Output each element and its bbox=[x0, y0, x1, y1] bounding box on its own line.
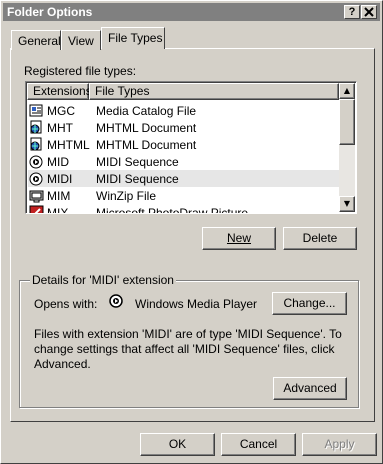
row-extension: MIM bbox=[47, 189, 71, 203]
advanced-button-label: Advanced bbox=[283, 381, 337, 395]
advanced-button[interactable]: Advanced bbox=[273, 377, 347, 400]
apply-button-label: Apply bbox=[324, 437, 355, 451]
tab-label: General bbox=[18, 34, 61, 48]
ok-button[interactable]: OK bbox=[140, 433, 215, 456]
row-extension: MIX bbox=[47, 206, 69, 214]
media-player-icon bbox=[29, 155, 43, 169]
change-button[interactable]: Change... bbox=[272, 292, 347, 315]
details-group-label: Details for 'MIDI' extension bbox=[30, 273, 176, 287]
media-player-icon bbox=[109, 294, 123, 308]
tab-general[interactable]: General bbox=[11, 30, 61, 50]
row-file-type: WinZip File bbox=[96, 189, 157, 203]
tab-label: File Types bbox=[108, 31, 163, 45]
details-description: Files with extension 'MIDI' are of type … bbox=[34, 327, 342, 371]
tab-label: View bbox=[68, 34, 94, 48]
list-item[interactable]: MIM WinZip File bbox=[28, 187, 339, 204]
row-extension: MGC bbox=[47, 104, 75, 118]
tab-view[interactable]: View bbox=[61, 30, 101, 50]
column-header-extensions[interactable]: Extensions bbox=[27, 83, 92, 100]
close-button[interactable] bbox=[361, 5, 377, 19]
winzip-icon bbox=[29, 190, 44, 203]
cancel-button[interactable]: Cancel bbox=[221, 433, 296, 456]
scroll-down-button[interactable]: ▼ bbox=[339, 196, 355, 212]
row-extension: MHT bbox=[47, 121, 73, 135]
mhtml-doc-icon bbox=[30, 120, 42, 134]
list-item[interactable]: MID MIDI Sequence bbox=[28, 153, 339, 170]
media-catalog-icon bbox=[29, 104, 43, 117]
folder-options-dialog: Folder Options ? General View File Types… bbox=[0, 0, 383, 464]
delete-button[interactable]: Delete bbox=[283, 227, 357, 250]
row-file-type: Microsoft PhotoDraw Picture bbox=[96, 206, 249, 214]
tab-file-types[interactable]: File Types bbox=[101, 27, 165, 49]
list-item[interactable]: MHTML MHTML Document bbox=[28, 136, 339, 153]
mhtml-doc-icon bbox=[30, 137, 42, 151]
media-player-icon bbox=[29, 172, 43, 186]
row-file-type: MIDI Sequence bbox=[96, 172, 179, 186]
vertical-scrollbar[interactable]: ▲ ▼ bbox=[339, 83, 355, 212]
cancel-button-label: Cancel bbox=[239, 437, 278, 451]
row-extension: MIDI bbox=[47, 172, 73, 186]
list-item-selected[interactable]: MIDI MIDI Sequence bbox=[28, 170, 339, 187]
list-item[interactable]: MGC Media Catalog File bbox=[28, 102, 339, 119]
new-button-label: New bbox=[226, 231, 251, 245]
delete-button-label: Delete bbox=[302, 231, 338, 245]
opens-with-app: Windows Media Player bbox=[135, 297, 258, 311]
photodraw-icon bbox=[29, 205, 44, 213]
down-arrow-icon: ▼ bbox=[343, 199, 351, 208]
opens-with-label: Opens with: bbox=[34, 297, 98, 311]
column-header-file-types[interactable]: File Types bbox=[89, 83, 339, 100]
help-button[interactable]: ? bbox=[344, 5, 360, 19]
close-icon bbox=[364, 7, 374, 17]
up-arrow-icon: ▲ bbox=[343, 86, 351, 95]
window-title: Folder Options bbox=[7, 5, 93, 19]
title-bar[interactable]: Folder Options ? bbox=[3, 3, 380, 21]
list-item[interactable]: MIX Microsoft PhotoDraw Picture bbox=[28, 204, 339, 214]
scroll-up-button[interactable]: ▲ bbox=[339, 83, 355, 99]
row-file-type: MHTML Document bbox=[96, 121, 197, 135]
registered-file-types-label: Registered file types: bbox=[24, 64, 137, 78]
apply-button[interactable]: Apply bbox=[302, 433, 377, 456]
row-extension: MID bbox=[47, 155, 69, 169]
scroll-thumb[interactable] bbox=[339, 99, 355, 145]
list-item[interactable]: MHT MHTML Document bbox=[28, 119, 339, 136]
ok-button-label: OK bbox=[168, 437, 187, 451]
row-file-type: MHTML Document bbox=[96, 138, 197, 152]
new-button[interactable]: New bbox=[202, 227, 276, 250]
row-file-type: Media Catalog File bbox=[96, 104, 197, 118]
file-types-list[interactable]: Extensions File Types MGC Media Catalog … bbox=[25, 81, 357, 214]
row-extension: MHTML bbox=[47, 138, 90, 152]
change-button-label: Change... bbox=[283, 296, 336, 310]
row-file-type: MIDI Sequence bbox=[96, 155, 179, 169]
